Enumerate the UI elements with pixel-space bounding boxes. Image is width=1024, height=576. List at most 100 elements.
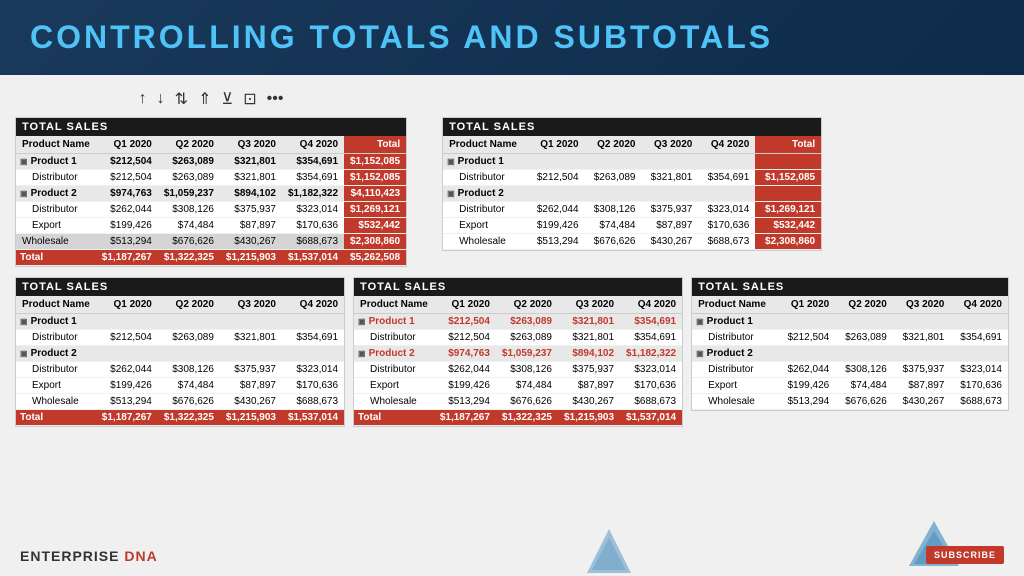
table-cell: $212,504	[96, 170, 158, 186]
table-cell: $87,897	[893, 378, 951, 394]
toolbar: ↑ ↓ ⇅ ⇑ ⊻ ⊡ •••	[15, 85, 407, 113]
expand-icon[interactable]: ⊡	[243, 89, 256, 109]
table-cell: $170,636	[698, 218, 755, 234]
filter-clear-icon[interactable]: ⇑	[198, 89, 211, 109]
col-header-q2: Q2 2020	[158, 136, 220, 154]
bottom-table-header-cell: Q4 2020	[620, 296, 682, 314]
table-cell: $676,626	[585, 234, 642, 250]
cell-product-name: Distributor	[16, 362, 96, 378]
right-table: Product Name Q1 2020 Q2 2020 Q3 2020 Q4 …	[443, 136, 821, 250]
cell-product-name: ▣Product 2	[16, 186, 96, 202]
bottom-section: TOTAL SALES Product NameQ1 2020Q2 2020Q3…	[15, 277, 1009, 427]
sort-both-icon[interactable]: ⇅	[175, 89, 188, 109]
bottom-table-1-title: TOTAL SALES	[16, 278, 344, 296]
page-header: CONTROLLING TOTALS AND SUBTOTALS	[0, 0, 1024, 75]
table-cell: $1,182,322	[282, 186, 344, 202]
table-cell: $212,504	[96, 154, 158, 170]
table-cell: $323,014	[282, 202, 344, 218]
right-col-q2: Q2 2020	[585, 136, 642, 154]
table-cell: $262,044	[96, 202, 158, 218]
table-cell	[950, 346, 1008, 362]
cell-product-name: Total	[16, 410, 96, 426]
right-col-q4: Q4 2020	[698, 136, 755, 154]
table-cell: $323,014	[282, 362, 344, 378]
table-cell: $87,897	[641, 218, 698, 234]
table-cell: $263,089	[496, 314, 558, 330]
right-col-q1: Q1 2020	[528, 136, 585, 154]
table-row: Distributor$212,504$263,089$321,801$354,…	[443, 170, 821, 186]
cell-product-name: ▣Product 2	[443, 186, 528, 202]
table-cell: $263,089	[496, 330, 558, 346]
table-row: Wholesale$513,294$676,626$430,267$688,67…	[354, 394, 682, 410]
table-cell: $5,262,508	[344, 250, 406, 266]
table-cell	[641, 186, 698, 202]
main-table-section: ↑ ↓ ⇅ ⇑ ⊻ ⊡ ••• TOTAL SALES Product Name…	[15, 85, 407, 267]
cell-product-name: ▣Product 2	[16, 346, 96, 362]
col-header-q3: Q3 2020	[220, 136, 282, 154]
bottom-table-3-header: Product NameQ1 2020Q2 2020Q3 2020Q4 2020	[692, 296, 1008, 314]
table-cell: $199,426	[778, 378, 836, 394]
bottom-table-2-body: ▣Product 1$212,504$263,089$321,801$354,6…	[354, 314, 682, 426]
table-cell: $263,089	[158, 154, 220, 170]
table-cell	[96, 346, 158, 362]
table-row: Export$199,426$74,484$87,897$170,636$532…	[443, 218, 821, 234]
bottom-table-2-header: Product NameQ1 2020Q2 2020Q3 2020Q4 2020	[354, 296, 682, 314]
table-cell	[158, 314, 220, 330]
table-cell: $894,102	[220, 186, 282, 202]
main-table-title: TOTAL SALES	[16, 118, 406, 136]
bottom-table-header-cell: Q2 2020	[496, 296, 558, 314]
sort-asc-icon[interactable]: ↑	[139, 90, 147, 108]
right-table-body: ▣Product 1Distributor$212,504$263,089$32…	[443, 154, 821, 250]
table-row: Distributor$262,044$308,126$375,937$323,…	[354, 362, 682, 378]
table-cell: $74,484	[158, 378, 220, 394]
cell-product-name: Export	[692, 378, 778, 394]
bottom-table-header-cell: Q4 2020	[282, 296, 344, 314]
table-row: Distributor$262,044$308,126$375,937$323,…	[16, 362, 344, 378]
subscribe-button[interactable]: SUBSCRIBE	[926, 546, 1004, 564]
table-row: Distributor$212,504$263,089$321,801$354,…	[16, 330, 344, 346]
table-cell	[698, 154, 755, 170]
cell-product-name: Total	[354, 410, 434, 426]
table-cell: $262,044	[434, 362, 496, 378]
table-cell: $1,152,085	[344, 170, 406, 186]
table-cell: $74,484	[585, 218, 642, 234]
table-cell: $212,504	[434, 314, 496, 330]
table-cell	[893, 346, 951, 362]
table-cell: $263,089	[585, 170, 642, 186]
table-cell	[755, 186, 821, 202]
table-cell: $321,801	[558, 330, 620, 346]
table-cell: $212,504	[434, 330, 496, 346]
bottom-table-3-data: Product NameQ1 2020Q2 2020Q3 2020Q4 2020…	[692, 296, 1008, 410]
table-cell: $354,691	[282, 170, 344, 186]
cell-product-name: Distributor	[354, 362, 434, 378]
cell-product-name: Wholesale	[354, 394, 434, 410]
table-cell: $199,426	[96, 378, 158, 394]
table-cell: $74,484	[158, 218, 220, 234]
sort-desc-icon[interactable]: ↓	[157, 90, 165, 108]
cell-product-name: ▣Product 1	[354, 314, 434, 330]
table-cell: $430,267	[220, 394, 282, 410]
table-cell: $1,059,237	[158, 186, 220, 202]
table-cell: $688,673	[620, 394, 682, 410]
more-icon[interactable]: •••	[267, 90, 284, 108]
table-cell: $87,897	[558, 378, 620, 394]
bottom-table-1-wrap: TOTAL SALES Product NameQ1 2020Q2 2020Q3…	[15, 277, 345, 427]
table-cell: $1,182,322	[620, 346, 682, 362]
table-row: ▣Product 1	[692, 314, 1008, 330]
table-cell: $2,308,860	[344, 234, 406, 250]
table-cell: $375,937	[893, 362, 951, 378]
table-cell: $308,126	[835, 362, 893, 378]
table-cell	[220, 314, 282, 330]
bottom-table-header-cell: Q1 2020	[96, 296, 158, 314]
table-row: Export$199,426$74,484$87,897$170,636	[354, 378, 682, 394]
bottom-table-header-cell: Q3 2020	[220, 296, 282, 314]
bottom-table-header-cell: Q2 2020	[835, 296, 893, 314]
table-cell: $1,322,325	[158, 250, 220, 266]
table-row: Distributor$212,504$263,089$321,801$354,…	[16, 170, 406, 186]
filter-icon[interactable]: ⊻	[221, 89, 233, 109]
table-cell: $676,626	[835, 394, 893, 410]
right-col-total: Total	[755, 136, 821, 154]
table-cell: $532,442	[344, 218, 406, 234]
bottom-table-1-data: Product NameQ1 2020Q2 2020Q3 2020Q4 2020…	[16, 296, 344, 426]
table-cell: $430,267	[641, 234, 698, 250]
